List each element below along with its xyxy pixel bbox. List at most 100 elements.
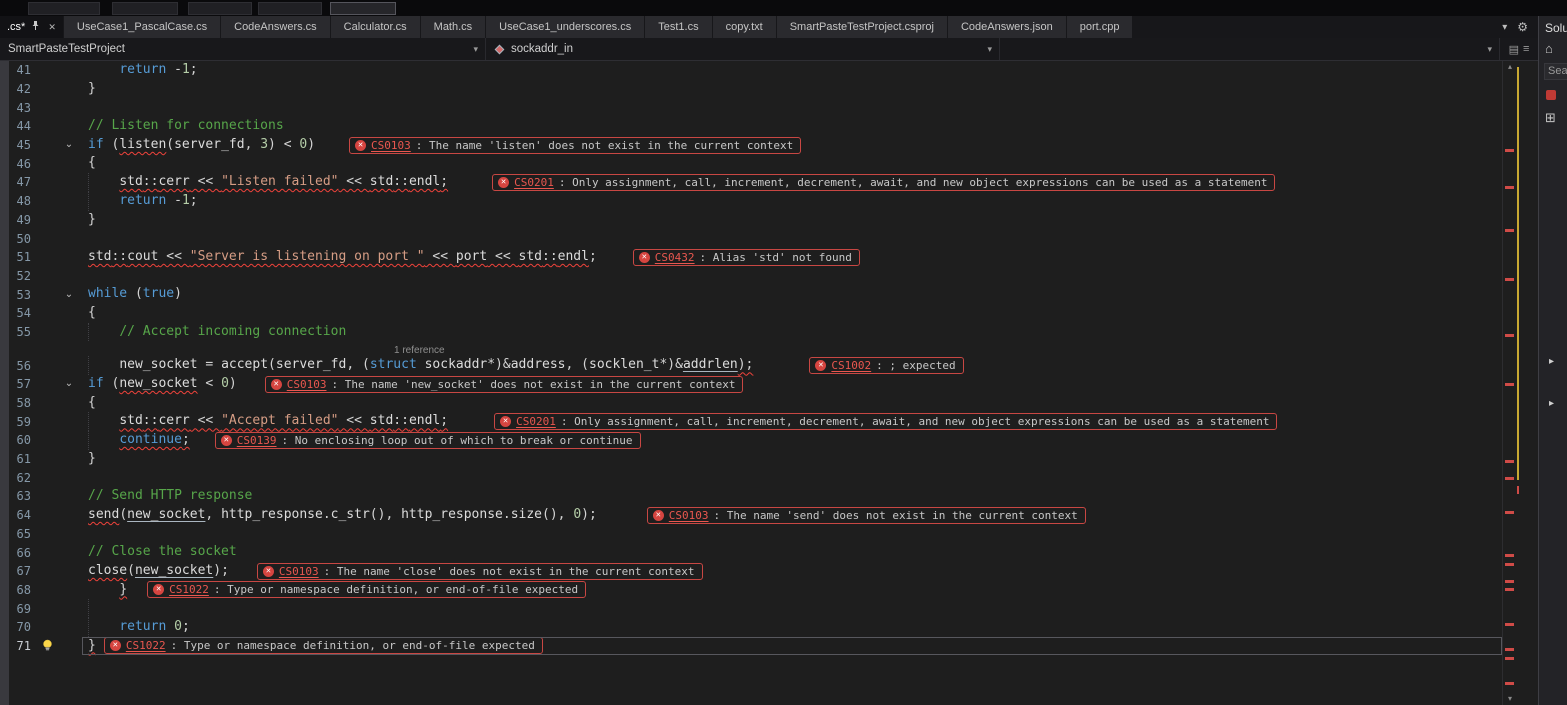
scroll-up-icon[interactable]: ▴ <box>1503 61 1517 73</box>
line-number[interactable]: 48 <box>0 194 38 208</box>
code-line[interactable]: 51std::cout << "Server is listening on p… <box>0 248 1502 267</box>
pin-icon[interactable] <box>31 20 40 34</box>
tree-expand-icon[interactable]: ▸ <box>1549 398 1554 409</box>
code-line[interactable]: 65 <box>0 525 1502 544</box>
code-line[interactable]: 52 <box>0 267 1502 286</box>
tab-overflow-chevron-icon[interactable]: ▾ <box>1502 22 1507 33</box>
line-number[interactable]: 49 <box>0 213 38 227</box>
code-line[interactable]: 41 return -1; <box>0 61 1502 80</box>
document-tab[interactable]: UseCase1_underscores.cs <box>486 16 644 38</box>
code-line[interactable]: 67close(new_socket);✕CS0103: The name 'c… <box>0 562 1502 581</box>
line-number[interactable]: 43 <box>0 101 38 115</box>
codelens-references[interactable]: 1 reference <box>0 345 445 356</box>
fold-chevron-icon[interactable]: ⌄ <box>56 140 82 150</box>
code-line[interactable]: 55 // Accept incoming connection <box>0 323 1502 342</box>
line-number[interactable]: 61 <box>0 452 38 466</box>
code-line[interactable]: 58{ <box>0 394 1502 413</box>
code-line[interactable]: 63// Send HTTP response <box>0 487 1502 506</box>
code-line[interactable]: 44// Listen for connections <box>0 117 1502 136</box>
error-code-link[interactable]: CS0103 <box>279 565 319 578</box>
document-outline-icon[interactable]: ≡ <box>1523 43 1529 55</box>
code-line[interactable]: 42} <box>0 80 1502 99</box>
code-line[interactable]: 66// Close the socket <box>0 543 1502 562</box>
line-number[interactable]: 65 <box>0 527 38 541</box>
document-tab[interactable]: CodeAnswers.json <box>948 16 1066 38</box>
code-line[interactable]: 69 <box>0 599 1502 618</box>
error-code-link[interactable]: CS0103 <box>287 378 327 391</box>
line-number[interactable]: 54 <box>0 306 38 320</box>
line-number[interactable]: 44 <box>0 119 38 133</box>
line-number[interactable]: 42 <box>0 82 38 96</box>
grid-icon[interactable]: ⊞ <box>1545 110 1567 126</box>
error-code-link[interactable]: CS0139 <box>237 434 277 447</box>
document-tab[interactable]: Calculator.cs <box>331 16 420 38</box>
code-line[interactable]: 64send(new_socket, http_response.c_str()… <box>0 506 1502 525</box>
line-number[interactable]: 58 <box>0 396 38 410</box>
line-number[interactable]: 63 <box>0 489 38 503</box>
code-line[interactable]: 68 }✕CS1022: Type or namespace definitio… <box>0 581 1502 600</box>
code-line[interactable]: 70 return 0; <box>0 618 1502 637</box>
document-tab[interactable]: CodeAnswers.cs <box>221 16 330 38</box>
line-number[interactable]: 67 <box>0 564 38 578</box>
code-line[interactable]: 50 <box>0 229 1502 248</box>
error-code-link[interactable]: CS1022 <box>126 639 166 652</box>
fold-chevron-icon[interactable]: ⌄ <box>56 379 82 389</box>
close-icon[interactable]: ✕ <box>48 22 56 33</box>
project-dropdown[interactable]: SmartPasteTestProject ▾ <box>0 38 486 60</box>
line-number[interactable]: 45 <box>0 138 38 152</box>
titlebar-item[interactable] <box>112 2 178 15</box>
error-code-link[interactable]: CS0432 <box>655 251 695 264</box>
line-number[interactable]: 71 <box>0 639 38 653</box>
error-code-link[interactable]: CS1002 <box>831 359 871 372</box>
line-number[interactable]: 68 <box>0 583 38 597</box>
code-line[interactable]: 61} <box>0 450 1502 469</box>
code-line[interactable]: 48 return -1; <box>0 192 1502 211</box>
error-code-link[interactable]: CS0103 <box>669 509 709 522</box>
code-line[interactable]: 71}✕CS1022: Type or namespace definition… <box>0 637 1502 656</box>
document-tab[interactable]: port.cpp <box>1067 16 1133 38</box>
error-code-link[interactable]: CS0103 <box>371 139 411 152</box>
code-line[interactable]: 59 std::cerr << "Accept failed" << std::… <box>0 412 1502 431</box>
split-editor-icon[interactable]: ▤ <box>1509 43 1519 56</box>
error-code-link[interactable]: CS1022 <box>169 583 209 596</box>
error-code-link[interactable]: CS0201 <box>516 415 556 428</box>
line-number[interactable]: 66 <box>0 546 38 560</box>
line-number[interactable]: 50 <box>0 232 38 246</box>
line-number[interactable]: 70 <box>0 620 38 634</box>
scroll-down-icon[interactable]: ▾ <box>1503 693 1517 705</box>
line-number[interactable]: 56 <box>0 359 38 373</box>
titlebar-item-active[interactable] <box>330 2 396 15</box>
tree-expand-icon[interactable]: ▸ <box>1549 356 1554 367</box>
settings-gear-icon[interactable]: ⚙ <box>1517 20 1528 34</box>
code-line[interactable]: 62 <box>0 468 1502 487</box>
titlebar-item[interactable] <box>258 2 322 15</box>
code-line[interactable]: 53⌄while (true) <box>0 285 1502 304</box>
home-icon[interactable]: ⌂ <box>1545 41 1553 56</box>
line-number[interactable]: 59 <box>0 415 38 429</box>
code-line[interactable]: 49} <box>0 211 1502 230</box>
titlebar-item[interactable] <box>28 2 100 15</box>
line-number[interactable]: 53 <box>0 288 38 302</box>
code-line[interactable]: 54{ <box>0 304 1502 323</box>
code-line[interactable]: 43 <box>0 98 1502 117</box>
line-number[interactable]: 47 <box>0 175 38 189</box>
code-line[interactable]: 56 new_socket = accept(server_fd, (struc… <box>0 356 1502 375</box>
fold-chevron-icon[interactable]: ⌄ <box>56 290 82 300</box>
code-line[interactable]: 45⌄if (listen(server_fd, 3) < 0)✕CS0103:… <box>0 136 1502 155</box>
line-number[interactable]: 46 <box>0 157 38 171</box>
titlebar-item[interactable] <box>188 2 252 15</box>
member-dropdown[interactable]: ▾ <box>1000 38 1500 60</box>
line-number[interactable]: 60 <box>0 433 38 447</box>
line-number[interactable]: 41 <box>0 63 38 77</box>
line-number[interactable]: 52 <box>0 269 38 283</box>
solution-search-input[interactable]: Sear <box>1544 63 1567 80</box>
line-number[interactable]: 64 <box>0 508 38 522</box>
document-tab[interactable]: UseCase1_PascalCase.cs <box>64 16 220 38</box>
quick-actions-lightbulb-icon[interactable] <box>38 639 56 652</box>
active-document-tab[interactable]: .cs* ✕ <box>0 16 63 38</box>
line-number[interactable]: 57 <box>0 377 38 391</box>
type-dropdown[interactable]: sockaddr_in ▾ <box>486 38 1000 60</box>
line-number[interactable]: 55 <box>0 325 38 339</box>
error-code-link[interactable]: CS0201 <box>514 176 554 189</box>
code-line[interactable]: 57⌄if (new_socket < 0)✕CS0103: The name … <box>0 375 1502 394</box>
